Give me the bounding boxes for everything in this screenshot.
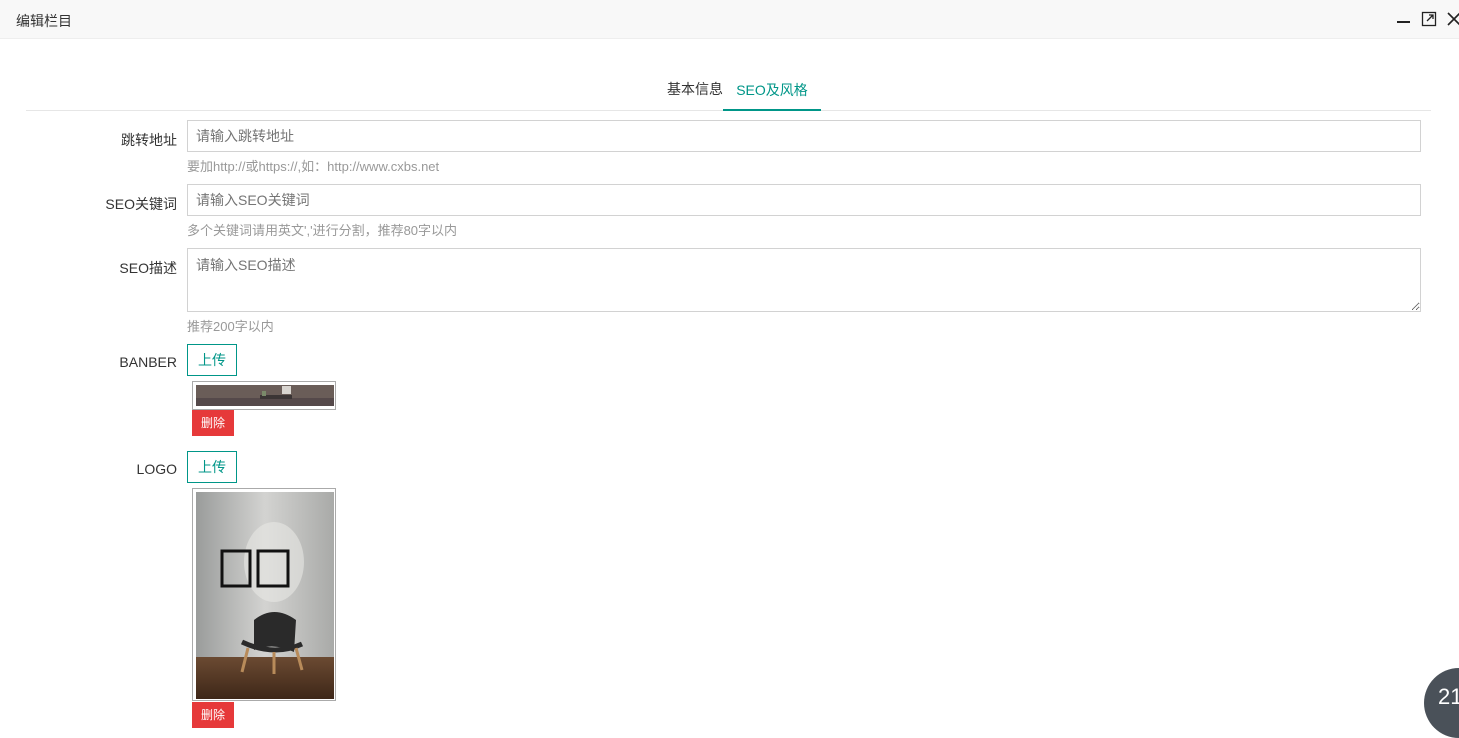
logo-image (196, 492, 334, 699)
logo-upload-button[interactable]: 上传 (187, 451, 237, 483)
description-label: SEO描述 (119, 260, 177, 276)
keywords-label: SEO关键词 (105, 196, 177, 212)
tab-bar: 基本信息 SEO及风格 (26, 40, 1431, 111)
window-titlebar: 编辑栏目 (0, 0, 1459, 39)
banner-upload-button[interactable]: 上传 (187, 344, 237, 376)
tab-seo-style[interactable]: SEO及风格 (723, 40, 821, 111)
redirect-input[interactable] (187, 120, 1421, 152)
minimize-icon[interactable] (1395, 10, 1413, 28)
banner-label: BANBER (119, 354, 177, 370)
banner-image (196, 385, 334, 406)
logo-thumbnail (192, 488, 336, 701)
description-hint: 推荐200字以内 (187, 319, 274, 334)
keywords-input[interactable] (187, 184, 1421, 216)
floating-badge[interactable]: 21 (1424, 668, 1459, 738)
redirect-label: 跳转地址 (121, 132, 177, 148)
banner-thumbnail (192, 381, 336, 410)
description-textarea[interactable] (187, 248, 1421, 312)
banner-delete-button[interactable]: 删除 (192, 410, 234, 436)
keywords-hint: 多个关键词请用英文','进行分割，推荐80字以内 (187, 223, 458, 238)
maximize-icon[interactable] (1420, 10, 1438, 28)
close-icon[interactable] (1445, 10, 1459, 28)
logo-delete-button[interactable]: 删除 (192, 702, 234, 728)
window-title: 编辑栏目 (16, 13, 72, 29)
redirect-hint: 要加http://或https://,如：http://www.cxbs.net (187, 159, 440, 174)
logo-label: LOGO (136, 461, 177, 477)
